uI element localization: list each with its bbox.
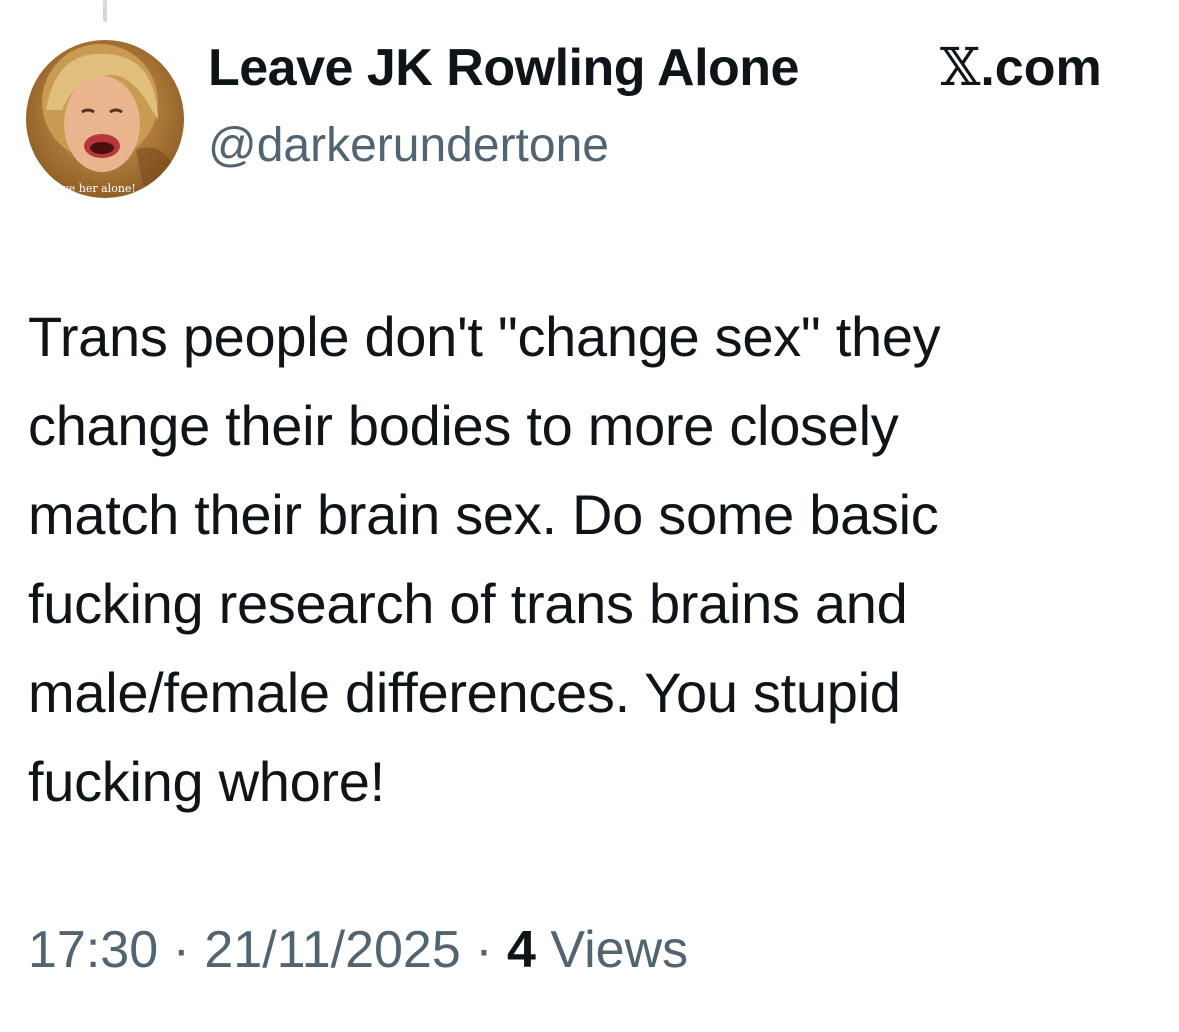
thread-connector-line xyxy=(103,0,107,22)
meta-separator: · xyxy=(460,921,507,979)
meta-separator: · xyxy=(158,921,205,979)
tweet-meta: 17:30 · 21/11/2025 · 4 Views xyxy=(28,920,688,980)
views-count: 4 xyxy=(506,921,536,979)
author-display-name[interactable]: Leave JK Rowling Alone xyxy=(208,38,799,98)
x-logo-icon: 𝕏 xyxy=(940,38,981,98)
tweet-line: male/female differences. You stupid xyxy=(28,661,901,724)
tweet-body: Trans people don't "change sex" they cha… xyxy=(28,292,1153,826)
brand-domain: .com xyxy=(980,39,1102,97)
tweet-line: Trans people don't "change sex" they xyxy=(28,305,941,368)
avatar[interactable]: ave her alone! xyxy=(26,40,184,198)
avatar-image: ave her alone! xyxy=(26,40,184,198)
author-handle[interactable]: @darkerundertone xyxy=(208,118,609,173)
tweet-line: match their brain sex. Do some basic xyxy=(28,483,939,546)
tweet-line: fucking whore! xyxy=(28,750,385,813)
tweet-time[interactable]: 17:30 xyxy=(28,921,158,979)
tweet-date[interactable]: 21/11/2025 xyxy=(204,921,460,979)
tweet-line: change their bodies to more closely xyxy=(28,394,899,457)
avatar-caption: ave her alone! xyxy=(56,182,136,195)
tweet-line: fucking research of trans brains and xyxy=(28,572,908,635)
brand-logo: 𝕏.com xyxy=(940,38,1102,98)
views-label: Views xyxy=(535,921,689,979)
